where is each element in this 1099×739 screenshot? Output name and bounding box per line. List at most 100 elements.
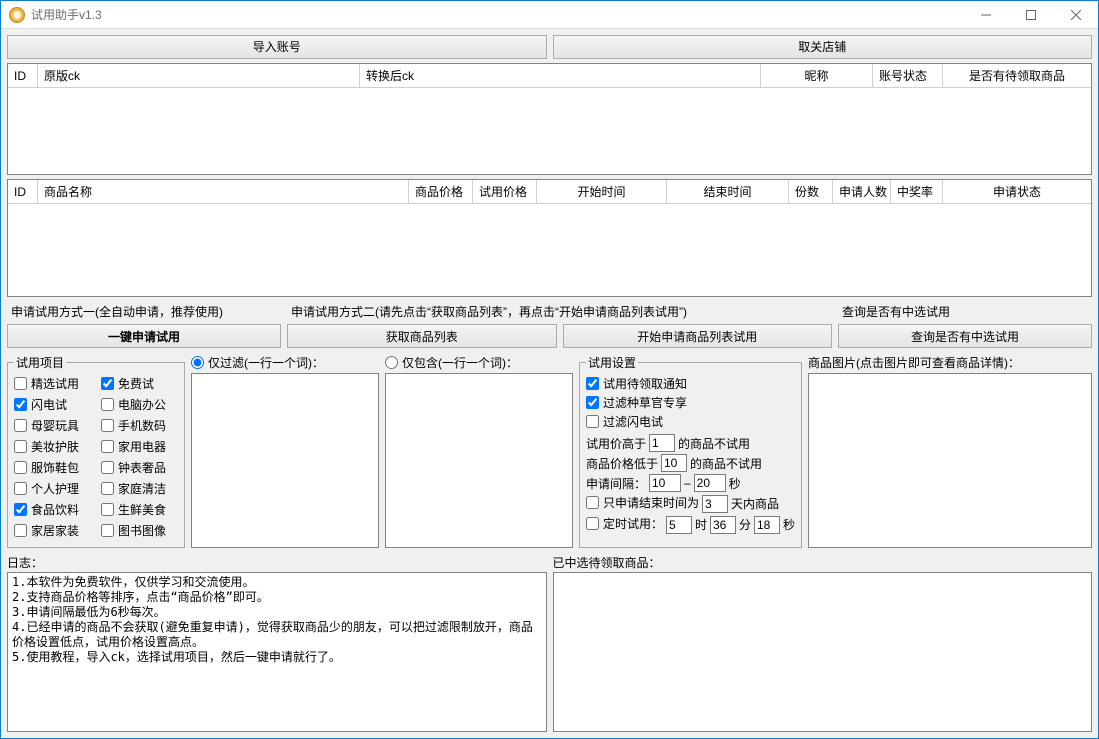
col2-price[interactable]: 商品价格 bbox=[409, 180, 473, 203]
category-checkbox[interactable]: 家用电器 bbox=[101, 438, 178, 455]
winlist-textarea[interactable] bbox=[553, 572, 1093, 732]
interval-to-input[interactable] bbox=[694, 474, 726, 492]
category-checkbox-input[interactable] bbox=[101, 419, 114, 432]
col-acct-status[interactable]: 账号状态 bbox=[873, 64, 943, 87]
category-checkbox[interactable]: 生鲜美食 bbox=[101, 501, 178, 518]
category-checkbox[interactable]: 精选试用 bbox=[14, 375, 91, 392]
timed-hour-input[interactable] bbox=[666, 516, 692, 534]
category-checkbox-input[interactable] bbox=[101, 461, 114, 474]
unfollow-shops-button[interactable]: 取关店铺 bbox=[553, 35, 1093, 59]
app-window: 试用助手v1.3 导入账号 取关店铺 ID 原版ck 转换后ck 昵称 账号状态… bbox=[0, 0, 1099, 739]
query-win-button[interactable]: 查询是否有中选试用 bbox=[838, 324, 1092, 348]
goods-price-below-input[interactable] bbox=[661, 454, 687, 472]
category-checkbox-input[interactable] bbox=[101, 503, 114, 516]
timed-sec-input[interactable] bbox=[754, 516, 780, 534]
category-checkbox[interactable]: 钟表奢品 bbox=[101, 459, 178, 476]
col2-copies[interactable]: 份数 bbox=[789, 180, 833, 203]
category-checkbox[interactable]: 家居家装 bbox=[14, 522, 91, 539]
categories-group: 试用项目 精选试用 免费试闪电试电脑办公母婴玩具 手机数码美妆护肤家用电器服饰鞋包钟… bbox=[7, 354, 185, 548]
category-checkbox[interactable]: 电脑办公 bbox=[101, 396, 178, 413]
only-include-radio-input[interactable] bbox=[385, 356, 398, 369]
goods-table[interactable]: ID 商品名称 商品价格 试用价格 开始时间 结束时间 份数 申请人数 中奖率 … bbox=[7, 179, 1092, 297]
category-checkbox-input[interactable] bbox=[14, 524, 27, 537]
category-checkbox-input[interactable] bbox=[14, 503, 27, 516]
category-checkbox-input[interactable] bbox=[101, 524, 114, 537]
timed-min-input[interactable] bbox=[710, 516, 736, 534]
category-checkbox-input[interactable] bbox=[101, 377, 114, 390]
minimize-button[interactable] bbox=[963, 1, 1008, 29]
start-apply-list-button[interactable]: 开始申请商品列表试用 bbox=[563, 324, 833, 348]
category-checkbox-input[interactable] bbox=[14, 377, 27, 390]
col-orig-ck[interactable]: 原版ck bbox=[38, 64, 360, 87]
notify-checkbox-input[interactable] bbox=[586, 377, 599, 390]
category-checkbox-input[interactable] bbox=[101, 398, 114, 411]
only-exclude-radio[interactable]: 仅过滤(一行一个词)： bbox=[191, 354, 379, 371]
category-checkbox-input[interactable] bbox=[14, 440, 27, 453]
col2-name[interactable]: 商品名称 bbox=[38, 180, 409, 203]
category-checkbox-input[interactable] bbox=[14, 419, 27, 432]
method2-label: 申请试用方式二(请先点击“获取商品列表”，再点击“开始申请商品列表试用”) bbox=[287, 303, 832, 322]
filter-flash-checkbox[interactable]: 过滤闪电试 bbox=[586, 413, 663, 430]
category-label: 母婴玩具 bbox=[31, 417, 79, 434]
col2-start[interactable]: 开始时间 bbox=[537, 180, 667, 203]
accounts-table[interactable]: ID 原版ck 转换后ck 昵称 账号状态 是否有待领取商品 bbox=[7, 63, 1092, 175]
trial-settings-group: 试用设置 试用待领取通知 过滤种草官专享 过滤闪电试 试用价高于 的商品不试用 bbox=[579, 354, 802, 548]
col2-end[interactable]: 结束时间 bbox=[667, 180, 789, 203]
timed-checkbox[interactable]: 定时试用： bbox=[586, 515, 663, 532]
category-checkbox[interactable]: 个人护理 bbox=[14, 480, 91, 497]
method1-label: 申请试用方式一(全自动申请，推荐使用) bbox=[7, 303, 281, 322]
col-conv-ck[interactable]: 转换后ck bbox=[360, 64, 761, 87]
client-area: 导入账号 取关店铺 ID 原版ck 转换后ck 昵称 账号状态 是否有待领取商品… bbox=[1, 29, 1098, 738]
filter-seed-checkbox[interactable]: 过滤种草官专享 bbox=[586, 394, 687, 411]
only-exclude-radio-input[interactable] bbox=[191, 356, 204, 369]
category-checkbox[interactable]: 食品饮料 bbox=[14, 501, 91, 518]
col-id[interactable]: ID bbox=[8, 64, 38, 87]
filter-flash-checkbox-input[interactable] bbox=[586, 415, 599, 428]
maximize-button[interactable] bbox=[1008, 1, 1053, 29]
category-checkbox[interactable]: 手机数码 bbox=[101, 417, 178, 434]
include-words-textarea[interactable] bbox=[385, 373, 573, 548]
col2-winrate[interactable]: 中奖率 bbox=[891, 180, 943, 203]
filter-seed-checkbox-input[interactable] bbox=[586, 396, 599, 409]
exclude-words-textarea[interactable] bbox=[191, 373, 379, 548]
category-checkbox[interactable]: 美妆护肤 bbox=[14, 438, 91, 455]
col2-trial-price[interactable]: 试用价格 bbox=[473, 180, 537, 203]
category-checkbox[interactable]: 图书图像 bbox=[101, 522, 178, 539]
col2-id[interactable]: ID bbox=[8, 180, 38, 203]
category-checkbox[interactable]: 母婴玩具 bbox=[14, 417, 91, 434]
titlebar: 试用助手v1.3 bbox=[1, 1, 1098, 29]
goods-table-body[interactable] bbox=[8, 204, 1091, 296]
col2-applicants[interactable]: 申请人数 bbox=[833, 180, 891, 203]
category-checkbox-input[interactable] bbox=[14, 461, 27, 474]
col-nick[interactable]: 昵称 bbox=[761, 64, 873, 87]
log-textarea[interactable]: 1.本软件为免费软件，仅供学习和交流使用。 2.支持商品价格等排序，点击“商品价… bbox=[7, 572, 547, 732]
end-within-days-input[interactable] bbox=[702, 495, 728, 513]
categories-legend: 试用项目 bbox=[14, 354, 66, 371]
category-checkbox-input[interactable] bbox=[14, 482, 27, 495]
timed-checkbox-input[interactable] bbox=[586, 517, 599, 530]
import-accounts-button[interactable]: 导入账号 bbox=[7, 35, 547, 59]
category-label: 免费试 bbox=[118, 375, 154, 392]
accounts-table-body[interactable] bbox=[8, 88, 1091, 174]
category-checkbox[interactable]: 服饰鞋包 bbox=[14, 459, 91, 476]
category-checkbox-input[interactable] bbox=[101, 440, 114, 453]
one-click-apply-button[interactable]: 一键申请试用 bbox=[7, 324, 281, 348]
category-checkbox-input[interactable] bbox=[14, 398, 27, 411]
fetch-goods-button[interactable]: 获取商品列表 bbox=[287, 324, 557, 348]
category-checkbox[interactable]: 家庭清洁 bbox=[101, 480, 178, 497]
category-checkbox-input[interactable] bbox=[101, 482, 114, 495]
category-label: 食品饮料 bbox=[31, 501, 79, 518]
goods-picture-box[interactable] bbox=[808, 373, 1092, 548]
col-has-pending[interactable]: 是否有待领取商品 bbox=[943, 64, 1091, 87]
interval-from-input[interactable] bbox=[649, 474, 681, 492]
only-include-radio[interactable]: 仅包含(一行一个词)： bbox=[385, 354, 573, 371]
col2-apply-status[interactable]: 申请状态 bbox=[943, 180, 1091, 203]
close-button[interactable] bbox=[1053, 1, 1098, 29]
category-checkbox[interactable]: 免费试 bbox=[101, 375, 178, 392]
trial-price-above-input[interactable] bbox=[649, 434, 675, 452]
notify-checkbox[interactable]: 试用待领取通知 bbox=[586, 375, 687, 392]
winlist-title: 已中选待领取商品： bbox=[553, 554, 1093, 571]
end-within-checkbox[interactable]: 只申请结束时间为 bbox=[586, 494, 699, 511]
category-checkbox[interactable]: 闪电试 bbox=[14, 396, 91, 413]
end-within-checkbox-input[interactable] bbox=[586, 496, 599, 509]
